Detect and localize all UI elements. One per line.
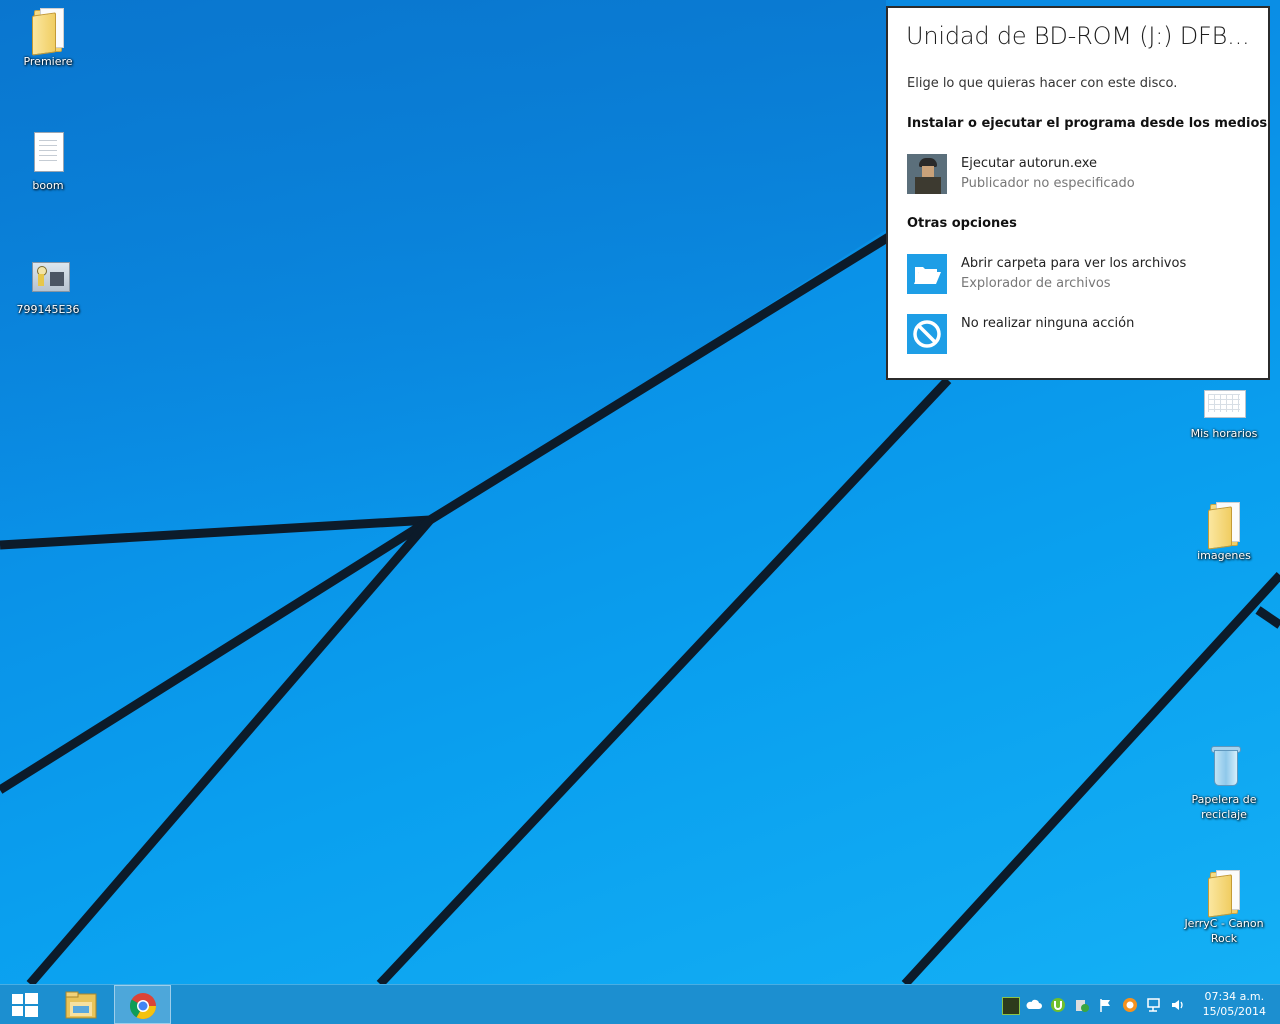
desktop-icon-recycle-bin[interactable]: Papelera de reciclaje — [1182, 744, 1266, 822]
option-run-label: Ejecutar autorun.exe — [961, 156, 1098, 171]
text-document-icon — [28, 130, 68, 176]
desktop-icon-label: JerryC - Canon Rock — [1184, 917, 1264, 945]
desktop-icon-premiere[interactable]: Premiere — [6, 6, 90, 69]
option-no-action[interactable]: No realizar ninguna acción — [907, 314, 1247, 356]
utorrent-icon[interactable] — [1050, 997, 1066, 1013]
option-run-autorun[interactable]: Ejecutar autorun.exe Publicador no espec… — [907, 154, 1247, 196]
taskbar-google-chrome[interactable] — [114, 985, 171, 1024]
folder-icon — [28, 6, 68, 56]
desktop-icon-label: 799145E36 — [16, 303, 80, 316]
taskbar[interactable]: 07:34 a.m. 15/05/2014 — [0, 984, 1280, 1024]
section-install-heading: Instalar o ejecutar el programa desde lo… — [907, 116, 1268, 131]
windows-logo-icon — [12, 993, 38, 1017]
recycle-bin-icon — [1204, 744, 1244, 790]
section-other-heading: Otras opciones — [907, 216, 1017, 231]
desktop-icon-label: boom — [32, 179, 64, 192]
network-icon[interactable] — [1146, 997, 1162, 1013]
desktop-icon-799145e36[interactable]: 799145E36 — [6, 254, 90, 317]
desktop-icon-mis-horarios[interactable]: Mis horarios — [1182, 378, 1266, 441]
spreadsheet-file-icon — [1204, 378, 1246, 424]
avast-icon[interactable] — [1122, 997, 1138, 1013]
desktop-icon-imagenes[interactable]: imagenes — [1182, 500, 1266, 563]
option-open-app: Explorador de archivos — [961, 276, 1111, 291]
option-open-folder[interactable]: Abrir carpeta para ver los archivos Expl… — [907, 254, 1247, 296]
desktop-icon-jerryc-canon-rock[interactable]: JerryC - Canon Rock — [1182, 868, 1266, 946]
file-explorer-icon — [65, 991, 97, 1019]
image-file-icon — [28, 254, 70, 300]
option-no-action-label: No realizar ninguna acción — [961, 316, 1135, 331]
taskbar-clock[interactable]: 07:34 a.m. 15/05/2014 — [1203, 989, 1266, 1019]
action-center-flag-icon[interactable] — [1098, 997, 1114, 1013]
desktop-icon-label: Premiere — [23, 55, 73, 68]
volume-icon[interactable] — [1170, 997, 1186, 1013]
onedrive-icon[interactable] — [1026, 997, 1042, 1013]
autorun-program-icon — [907, 154, 947, 194]
desktop-icon-label: imagenes — [1197, 549, 1251, 562]
desktop-icon-boom[interactable]: boom — [6, 130, 90, 193]
desktop-icon-label: Mis horarios — [1190, 427, 1258, 440]
clock-date: 15/05/2014 — [1202, 1005, 1266, 1018]
desktop[interactable]: Premiere boom 799145E36 Mis horarios ima… — [0, 0, 1280, 984]
autoplay-dialog[interactable]: Unidad de BD-ROM (J:) DFB... Elige lo qu… — [886, 6, 1270, 380]
option-open-label: Abrir carpeta para ver los archivos — [961, 256, 1187, 271]
chrome-icon — [129, 993, 157, 1020]
folder-icon — [1204, 500, 1244, 550]
autoplay-subtitle: Elige lo que quieras hacer con este disc… — [907, 76, 1178, 91]
option-run-publisher: Publicador no especificado — [961, 176, 1135, 191]
taskbar-file-explorer[interactable] — [56, 985, 106, 1024]
folder-icon — [1204, 868, 1244, 918]
open-folder-icon — [907, 254, 947, 294]
autoplay-title: Unidad de BD-ROM (J:) DFB... — [906, 22, 1250, 50]
desktop-icon-label: Papelera de reciclaje — [1191, 793, 1257, 821]
clock-time: 07:34 a.m. — [1204, 990, 1265, 1003]
start-button[interactable] — [0, 985, 50, 1024]
no-action-icon — [907, 314, 947, 354]
nvidia-icon[interactable] — [1002, 997, 1020, 1015]
security-icon[interactable] — [1074, 997, 1090, 1013]
